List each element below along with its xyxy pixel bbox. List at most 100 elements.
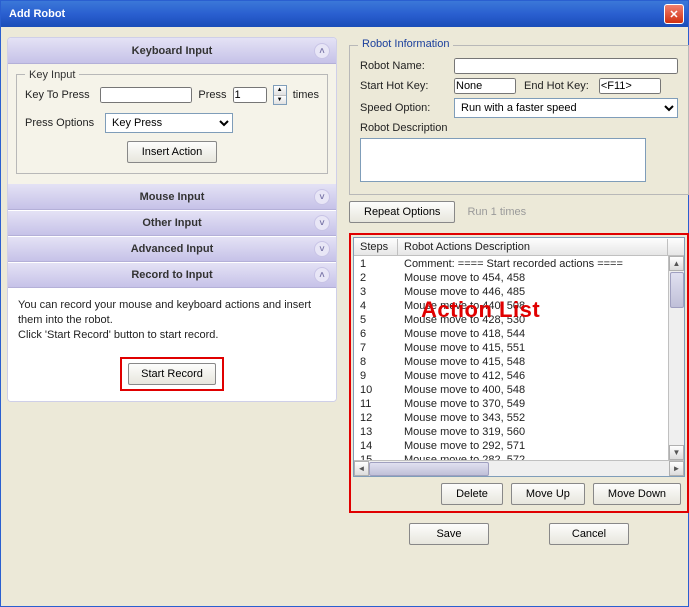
move-up-button[interactable]: Move Up [511,483,585,505]
scroll-up-icon[interactable]: ▲ [669,256,684,271]
chevron-up-icon: ˄ [314,43,330,59]
start-record-highlight: Start Record [120,357,224,391]
action-list[interactable]: Steps Robot Actions Description 1Comment… [353,237,685,477]
step-cell: 7 [354,342,398,354]
robot-name-label: Robot Name: [360,60,446,72]
section-other-label: Other Input [142,217,201,229]
chevron-up-icon: ˄ [314,267,330,283]
scroll-right-icon[interactable]: ► [669,461,684,476]
table-row[interactable]: 10Mouse move to 400, 548 [354,383,668,397]
vertical-scrollbar[interactable]: ▲ ▼ [668,256,684,460]
robot-information-group: Robot Information Robot Name: Start Hot … [349,45,689,195]
end-hotkey-input[interactable] [599,78,661,94]
step-cell: 5 [354,314,398,326]
desc-cell: Mouse move to 412, 546 [398,370,668,382]
chevron-down-icon: ˅ [314,215,330,231]
section-other-input[interactable]: Other Input ˅ [8,210,336,236]
press-count-input[interactable] [233,87,267,103]
table-row[interactable]: 15Mouse move to 282, 572 [354,453,668,460]
step-cell: 3 [354,286,398,298]
start-hotkey-input[interactable] [454,78,516,94]
record-description: You can record your mouse and keyboard a… [16,294,328,357]
section-mouse-label: Mouse Input [140,191,205,203]
delete-button[interactable]: Delete [441,483,503,505]
window: Add Robot ✕ Keyboard Input ˄ Key Input K… [0,0,689,607]
scroll-down-icon[interactable]: ▼ [669,445,684,460]
step-cell: 2 [354,272,398,284]
left-accordion: Keyboard Input ˄ Key Input Key To Press … [7,37,337,402]
insert-action-button[interactable]: Insert Action [127,141,218,163]
close-icon: ✕ [669,8,678,21]
stepper-down-icon[interactable]: ▼ [274,96,286,105]
start-hotkey-label: Start Hot Key: [360,80,446,92]
press-options-select[interactable]: Key Press [105,113,233,133]
window-title: Add Robot [9,8,664,20]
titlebar[interactable]: Add Robot ✕ [1,1,688,27]
move-down-button[interactable]: Move Down [593,483,681,505]
step-cell: 11 [354,398,398,410]
section-mouse-input[interactable]: Mouse Input ˅ [8,184,336,210]
desc-cell: Comment: ==== Start recorded actions ===… [398,258,668,270]
section-keyboard-label: Keyboard Input [132,45,213,57]
times-label: times [293,89,319,101]
robot-info-legend: Robot Information [358,38,453,50]
list-header: Steps Robot Actions Description [354,238,684,256]
robot-description-textarea[interactable] [360,138,646,182]
table-row[interactable]: 6Mouse move to 418, 544 [354,327,668,341]
save-button[interactable]: Save [409,523,489,545]
key-input-group: Key Input Key To Press Press ▲▼ times [16,74,328,174]
repeat-summary: Run 1 times [467,206,526,218]
table-row[interactable]: 7Mouse move to 415, 551 [354,341,668,355]
robot-description-label: Robot Description [360,122,470,134]
table-row[interactable]: 12Mouse move to 343, 552 [354,411,668,425]
close-button[interactable]: ✕ [664,4,684,24]
desc-cell: Mouse move to 370, 549 [398,398,668,410]
desc-cell: Mouse move to 343, 552 [398,412,668,424]
section-record-to-input[interactable]: Record to Input ˄ [8,262,336,288]
table-row[interactable]: 13Mouse move to 319, 560 [354,425,668,439]
table-row[interactable]: 4Mouse move to 440, 508 [354,299,668,313]
action-list-highlight: Action List Steps Robot Actions Descript… [349,233,689,513]
record-panel: You can record your mouse and keyboard a… [8,288,336,401]
desc-cell: Mouse move to 400, 548 [398,384,668,396]
table-row[interactable]: 5Mouse move to 428, 530 [354,313,668,327]
col-steps[interactable]: Steps [354,239,398,255]
cancel-button[interactable]: Cancel [549,523,629,545]
key-input-legend: Key Input [25,69,79,81]
robot-name-input[interactable] [454,58,678,74]
step-cell: 8 [354,356,398,368]
step-cell: 4 [354,300,398,312]
step-cell: 6 [354,328,398,340]
table-row[interactable]: 2Mouse move to 454, 458 [354,271,668,285]
scroll-left-icon[interactable]: ◄ [354,461,369,476]
table-row[interactable]: 11Mouse move to 370, 549 [354,397,668,411]
section-advanced-input[interactable]: Advanced Input ˅ [8,236,336,262]
scroll-thumb[interactable] [670,272,684,308]
section-keyboard-input[interactable]: Keyboard Input ˄ [8,38,336,64]
repeat-options-button[interactable]: Repeat Options [349,201,455,223]
start-record-button[interactable]: Start Record [128,363,216,385]
press-count-stepper[interactable]: ▲▼ [273,85,287,105]
list-rows[interactable]: 1Comment: ==== Start recorded actions ==… [354,256,668,460]
press-label: Press [198,89,226,101]
hscroll-thumb[interactable] [369,462,489,476]
desc-cell: Mouse move to 319, 560 [398,426,668,438]
step-cell: 9 [354,370,398,382]
col-description[interactable]: Robot Actions Description [398,239,668,255]
desc-cell: Mouse move to 415, 548 [398,356,668,368]
section-record-label: Record to Input [131,269,212,281]
table-row[interactable]: 8Mouse move to 415, 548 [354,355,668,369]
desc-cell: Mouse move to 415, 551 [398,342,668,354]
key-to-press-input[interactable] [100,87,192,103]
table-row[interactable]: 14Mouse move to 292, 571 [354,439,668,453]
speed-option-select[interactable]: Run with a faster speed [454,98,678,118]
keyboard-input-panel: Key Input Key To Press Press ▲▼ times [8,64,336,184]
press-options-label: Press Options [25,117,99,129]
table-row[interactable]: 9Mouse move to 412, 546 [354,369,668,383]
chevron-down-icon: ˅ [314,241,330,257]
step-cell: 1 [354,258,398,270]
horizontal-scrollbar[interactable]: ◄ ► [354,460,684,476]
table-row[interactable]: 1Comment: ==== Start recorded actions ==… [354,257,668,271]
stepper-up-icon[interactable]: ▲ [274,86,286,96]
table-row[interactable]: 3Mouse move to 446, 485 [354,285,668,299]
